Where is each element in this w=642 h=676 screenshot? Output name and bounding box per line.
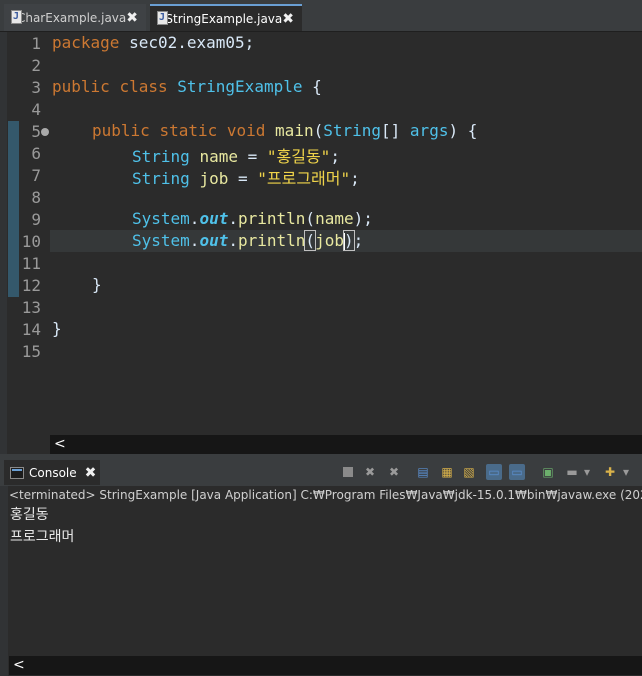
tab-string-example[interactable]: J StringExample.java ✖: [150, 4, 302, 31]
close-icon[interactable]: ✖: [282, 11, 294, 27]
code-line-14: }: [52, 319, 62, 338]
fold-toggle-icon[interactable]: [41, 128, 49, 136]
remove-all-terminated-icon[interactable]: ✖: [386, 464, 402, 480]
line-number: 12: [21, 276, 41, 295]
tab-label: StringExample.java: [165, 11, 283, 26]
line-number: 1: [31, 34, 41, 53]
code-line-12: }: [92, 275, 102, 294]
remove-launch-icon[interactable]: ✖: [362, 464, 378, 480]
line-number: 13: [21, 298, 41, 317]
chevron-down-icon[interactable]: ▾: [622, 464, 630, 480]
java-file-icon: J: [10, 9, 22, 26]
open-console-icon[interactable]: ✚: [602, 464, 618, 480]
line-number: 5: [31, 122, 41, 141]
output-line: 프로그래머: [10, 529, 75, 545]
code-line-10: System.out.println(job);: [132, 230, 364, 251]
console-toolbar: Console ✖ ✖ ✖ ▤ ▦ ▧ ▭ ▭ ▣ ▬ ▾ ✚ ▾: [0, 458, 642, 486]
line-number: 15: [21, 342, 41, 361]
console-left-ruler: [0, 486, 8, 676]
code-line-9: System.out.println(name);: [132, 209, 373, 228]
tab-char-example[interactable]: J CharExample.java ✖: [4, 4, 146, 31]
terminated-status: <terminated> StringExample [Java Applica…: [9, 488, 642, 502]
word-wrap-icon[interactable]: ▧: [461, 464, 477, 480]
editor-tab-bar: J CharExample.java ✖ J StringExample.jav…: [0, 0, 642, 32]
close-icon[interactable]: ✖: [126, 10, 138, 26]
line-number: 14: [21, 320, 41, 339]
line-number: 6: [31, 144, 41, 163]
clear-console-icon[interactable]: ▤: [415, 464, 431, 480]
line-number-gutter: 1 2 3 4 5 6 7 8 9 10 11 12 13 14 15: [19, 32, 50, 436]
terminate-icon[interactable]: [343, 467, 353, 477]
line-number: 7: [31, 166, 41, 185]
console-icon: [10, 466, 24, 479]
show-on-stderr-icon[interactable]: ▭: [509, 464, 525, 480]
editor-left-ruler: [0, 32, 7, 454]
scroll-left-icon[interactable]: <: [54, 436, 66, 452]
line-number: 11: [21, 254, 41, 273]
line-number: 9: [31, 210, 41, 229]
code-line-1: package sec02.exam05;: [52, 33, 255, 52]
code-area[interactable]: package sec02.exam05; public class Strin…: [50, 32, 642, 436]
show-on-stdout-icon[interactable]: ▭: [486, 464, 502, 480]
editor-horizontal-scrollbar[interactable]: <: [50, 435, 642, 454]
tab-console[interactable]: Console ✖: [4, 460, 100, 485]
scroll-lock-icon[interactable]: ▦: [439, 464, 455, 480]
code-line-6: String name = "홍길동";: [132, 147, 340, 166]
display-console-icon[interactable]: ▬: [564, 464, 580, 480]
console-horizontal-scrollbar[interactable]: <: [9, 656, 642, 675]
line-number: 10: [21, 232, 41, 251]
code-line-7: String job = "프로그래머";: [132, 169, 360, 188]
pin-console-icon[interactable]: ▣: [540, 464, 556, 480]
console-tab-label: Console: [29, 465, 77, 480]
tab-label: CharExample.java: [16, 10, 127, 25]
close-icon[interactable]: ✖: [85, 465, 97, 481]
output-line: 홍길동: [10, 507, 49, 523]
console-output[interactable]: <terminated> StringExample [Java Applica…: [0, 486, 642, 676]
code-editor[interactable]: 1 2 3 4 5 6 7 8 9 10 11 12 13 14 15 pack…: [0, 32, 642, 454]
line-number: 2: [31, 56, 41, 75]
line-number: 8: [31, 188, 41, 207]
matching-bracket: (: [304, 230, 317, 251]
code-line-5: public static void main(String[] args) {: [92, 121, 478, 140]
java-file-icon: J: [156, 10, 168, 27]
line-number: 3: [31, 78, 41, 97]
chevron-down-icon[interactable]: ▾: [583, 464, 591, 480]
scroll-left-icon[interactable]: <: [13, 657, 25, 673]
code-line-3: public class StringExample {: [52, 77, 322, 96]
line-number: 4: [31, 100, 41, 119]
matching-bracket: ): [343, 230, 355, 251]
